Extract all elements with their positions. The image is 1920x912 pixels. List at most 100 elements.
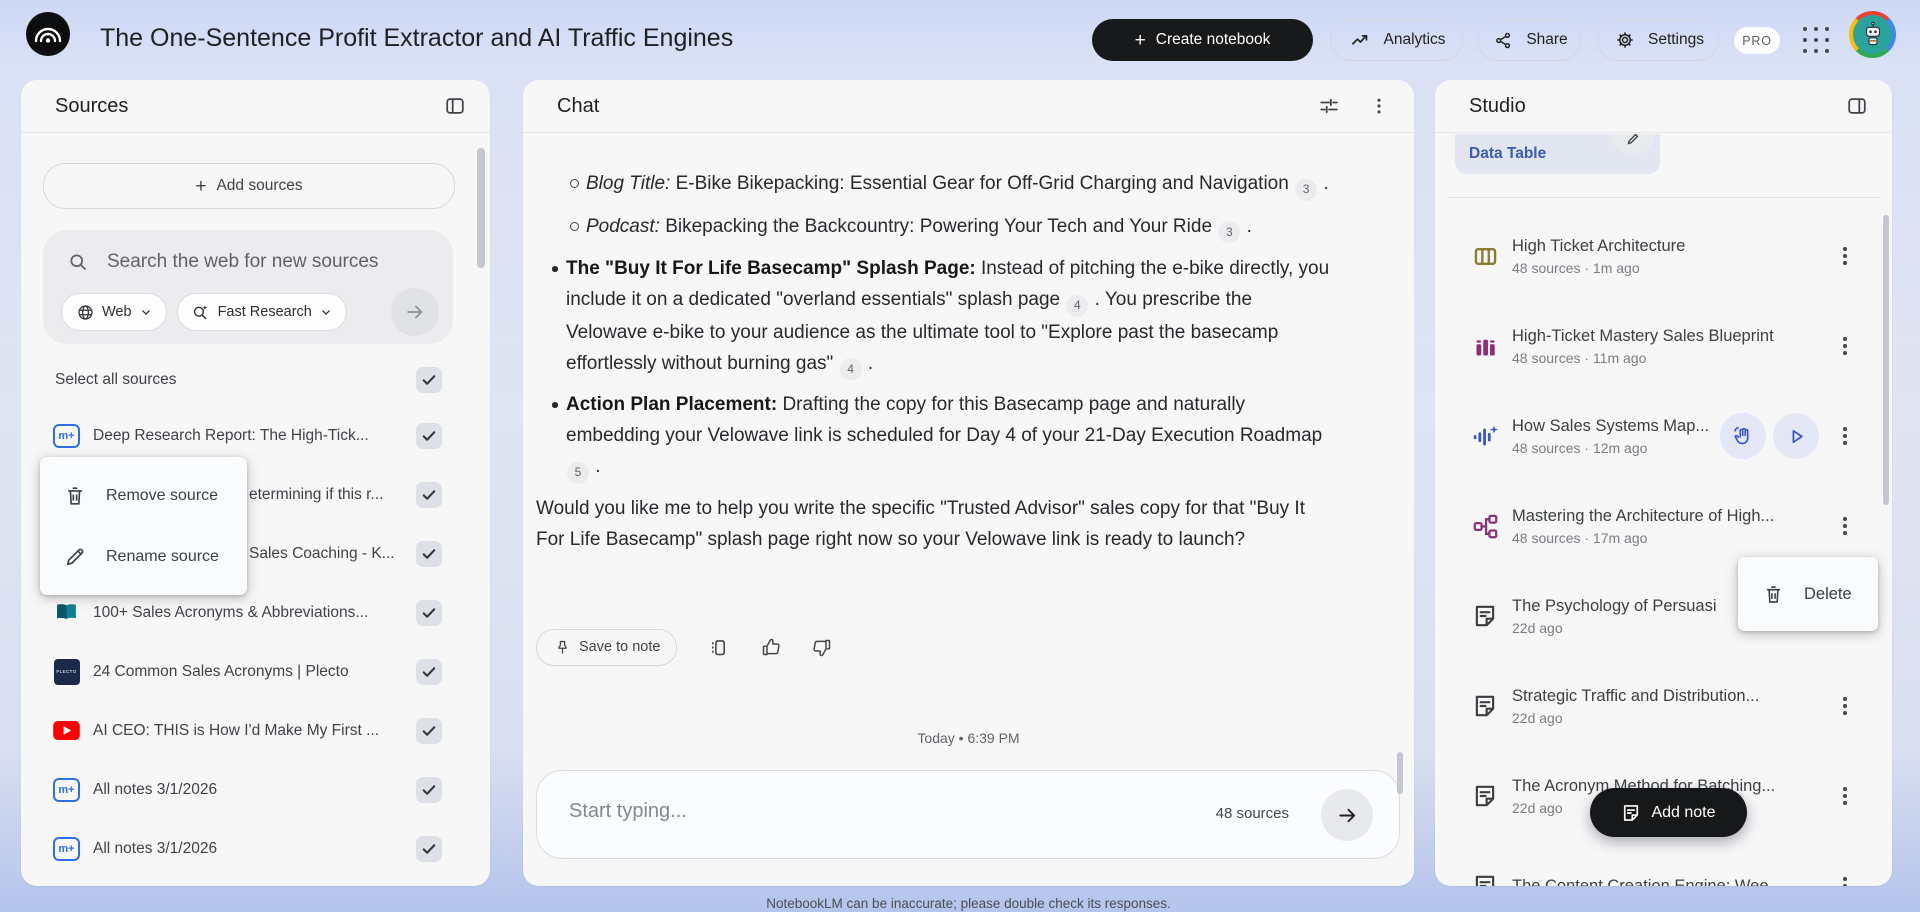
create-notebook-button[interactable]: + Create notebook <box>1092 19 1313 61</box>
source-row[interactable]: m+ All notes 3/1/2026 <box>21 760 490 819</box>
studio-item-text: High Ticket Architecture 48 sources · 1m … <box>1512 237 1823 276</box>
divider <box>1447 197 1880 198</box>
share-button[interactable]: Share <box>1477 19 1581 61</box>
studio-item-text: High-Ticket Mastery Sales Blueprint 48 so… <box>1512 327 1823 366</box>
pencil-icon <box>1627 134 1638 145</box>
studio-item-row[interactable]: High Ticket Architecture 48 sources · 1m … <box>1435 211 1892 301</box>
studio-item-more-icon[interactable] <box>1835 333 1855 359</box>
thumbs-up-icon[interactable] <box>759 636 781 658</box>
copy-icon[interactable] <box>707 636 729 658</box>
search-input[interactable] <box>105 250 437 274</box>
doc-artifact-icon <box>1470 871 1500 886</box>
studio-item-more-icon[interactable] <box>1835 513 1855 539</box>
research-mode-label: Fast Research <box>217 304 312 320</box>
message-text: Blog Title: <box>586 173 671 194</box>
avatar[interactable] <box>1849 11 1896 58</box>
arrow-right-icon <box>407 305 423 319</box>
select-all-checkbox[interactable] <box>416 367 442 393</box>
source-checkbox[interactable] <box>416 717 442 744</box>
message-text: Bikepacking the Backcountry: Powering Yo… <box>659 215 1218 237</box>
select-all-row: Select all sources <box>55 366 442 394</box>
chat-text-input[interactable] <box>567 799 1131 824</box>
studio-item-meta: 48 sources · 12m ago <box>1512 439 1648 456</box>
source-checkbox[interactable] <box>416 776 442 803</box>
source-row[interactable]: m+ All notes 3/1/2026 <box>21 819 490 878</box>
send-button[interactable] <box>1321 789 1373 841</box>
source-checkbox[interactable] <box>416 481 442 508</box>
research-mode-dropdown[interactable]: Fast Research <box>176 293 347 331</box>
studio-item-row[interactable]: Strategic Traffic and Distribution... 22d… <box>1435 661 1892 751</box>
studio-item-row[interactable]: The Content Creation Engine: Wee... <box>1435 841 1892 886</box>
sources-panel-title: Sources <box>55 94 129 117</box>
save-to-note-label: Save to note <box>579 639 661 655</box>
source-row[interactable]: PLECTO 24 Common Sales Acronyms | Plecto <box>21 642 490 701</box>
source-checkbox[interactable] <box>416 658 442 685</box>
source-title: etermining if this r... <box>249 485 384 503</box>
message-paragraph: Would you like me to help you write the … <box>536 493 1332 555</box>
message-text: . <box>1241 215 1252 237</box>
source-title: 24 Common Sales Acronyms | Plecto <box>93 662 349 680</box>
search-submit-button[interactable] <box>391 288 439 336</box>
rename-source-menu-item[interactable]: Rename source <box>40 526 247 587</box>
add-note-button[interactable]: Add note <box>1590 788 1747 837</box>
studio-item-more-icon[interactable] <box>1835 693 1855 719</box>
citation-chip[interactable]: 4 <box>839 358 862 380</box>
studio-item-title: Mastering the Architecture of High... <box>1512 506 1775 525</box>
studio-panel: Studio Data Table High Ticket Architectu… <box>1435 80 1892 886</box>
book-source-icon <box>53 599 80 626</box>
note-source-icon: m+ <box>53 776 80 803</box>
studio-item-row[interactable]: High-Ticket Mastery Sales Blueprint 48 so… <box>1435 301 1892 391</box>
save-to-note-button[interactable]: Save to note <box>536 628 678 666</box>
citation-chip[interactable]: 3 <box>1218 221 1241 243</box>
studio-list: High Ticket Architecture 48 sources · 1m … <box>1435 211 1892 886</box>
play-button[interactable] <box>1773 413 1819 459</box>
chat-panel-title: Chat <box>557 94 600 117</box>
studio-item-meta: 48 sources · 17m ago <box>1512 529 1648 546</box>
chat-scrollbar-thumb[interactable] <box>1397 752 1403 794</box>
collapse-panel-icon[interactable] <box>1844 93 1870 119</box>
studio-scrollbar-thumb[interactable] <box>1883 215 1889 505</box>
arrow-right-icon <box>1338 808 1355 822</box>
google-apps-grid-icon[interactable] <box>1802 26 1830 54</box>
chat-settings-tune-icon[interactable] <box>1316 93 1342 119</box>
source-checkbox[interactable] <box>416 835 442 862</box>
notebooklm-logo-icon[interactable] <box>26 12 70 56</box>
collapse-panel-icon[interactable] <box>442 93 468 119</box>
rename-source-label: Rename source <box>106 547 219 565</box>
trash-icon <box>1760 581 1786 607</box>
source-checkbox[interactable] <box>416 540 442 567</box>
thumbs-down-icon[interactable] <box>811 636 833 658</box>
doc-artifact-icon <box>1470 781 1500 811</box>
chat-more-options-icon[interactable] <box>1366 93 1392 119</box>
bars-artifact-icon <box>1470 331 1500 361</box>
source-title: Sales Coaching - K... <box>249 544 395 562</box>
message-actions: Save to note <box>536 628 833 666</box>
citation-chip[interactable]: 4 <box>1066 294 1089 317</box>
studio-item-more-icon[interactable] <box>1835 423 1855 449</box>
studio-item-more-icon[interactable] <box>1835 243 1855 269</box>
web-filter-dropdown[interactable]: Web <box>61 293 167 331</box>
studio-item-more-icon[interactable] <box>1835 873 1855 886</box>
notebook-title[interactable]: The One-Sentence Profit Extractor and AI… <box>100 24 733 53</box>
analytics-button[interactable]: Analytics <box>1330 19 1463 61</box>
studio-item-more-icon[interactable] <box>1835 783 1855 809</box>
sources-scrollbar-thumb[interactable] <box>477 148 485 268</box>
citation-chip[interactable]: 5 <box>567 461 589 484</box>
search-filters: Web Fast Research <box>61 288 439 336</box>
assistant-message: Blog Title: E-Bike Bikepacking: Essentia… <box>536 168 1332 565</box>
settings-button[interactable]: Settings <box>1597 19 1719 61</box>
add-sources-button[interactable]: + Add sources <box>43 163 455 209</box>
wave-artifact-icon <box>1470 421 1500 451</box>
citation-chip[interactable]: 3 <box>1295 178 1318 201</box>
trending-up-icon <box>1347 27 1373 53</box>
studio-delete-menu-item[interactable]: Delete <box>1738 557 1878 631</box>
avatar-robot-image <box>1853 15 1892 54</box>
plecto-source-icon: PLECTO <box>53 658 80 685</box>
message-bullet: The "Buy It For Life Basecamp" Splash Pa… <box>536 253 1332 380</box>
source-row[interactable]: AI CEO: THIS is How I'd Make My First ..… <box>21 701 490 760</box>
source-checkbox[interactable] <box>416 422 442 449</box>
source-checkbox[interactable] <box>416 599 442 626</box>
studio-item-row[interactable]: How Sales Systems Map... 48 sources · 12m… <box>1435 391 1892 481</box>
remove-source-menu-item[interactable]: Remove source <box>40 465 247 526</box>
interactive-mode-button[interactable] <box>1720 413 1766 459</box>
